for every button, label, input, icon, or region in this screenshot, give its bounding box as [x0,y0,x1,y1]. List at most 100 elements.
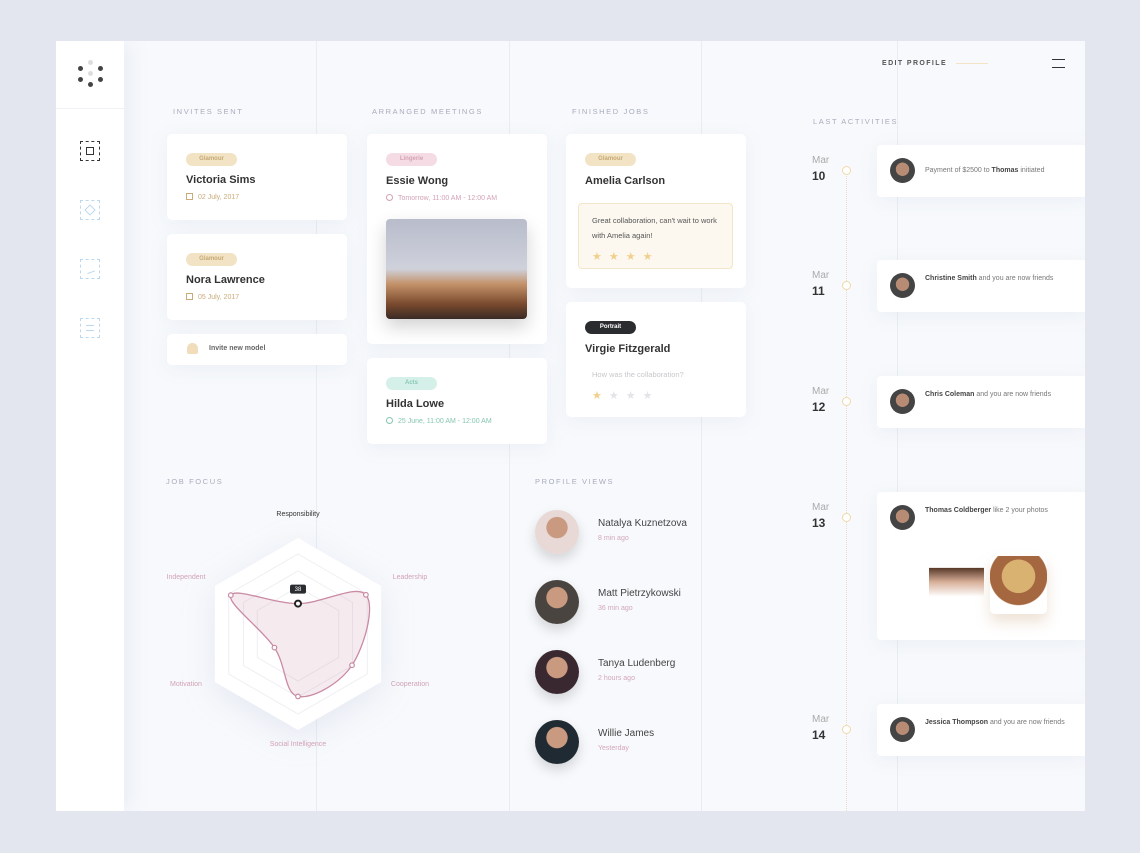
star-icon[interactable]: ★ [592,389,602,402]
tag: Acts [386,377,437,390]
avatar[interactable] [535,650,579,694]
frame-sliders-icon[interactable] [80,318,100,338]
invite-new-model-button[interactable]: Invite new model [167,334,347,365]
activity-card[interactable]: Chris Coleman and you are now friends [877,376,1085,428]
frame-diamond-icon[interactable] [80,200,100,220]
view-time: 2 hours ago [598,675,635,682]
model-name: Virgie Fitzgerald [585,343,671,355]
meeting-time: Tomorrow, 11:00 AM - 12:00 AM [386,194,497,202]
section-title: ARRANGED MEETINGS [372,107,483,116]
activity-text: Chris Coleman and you are now friends [925,388,1075,401]
rating-prompt: How was the collaboration? [592,370,684,379]
radar-axis-label: Motivation [170,681,202,688]
activity-text: Christine Smith and you are now friends [925,272,1075,285]
edit-profile-link[interactable]: EDIT PROFILE [882,60,947,67]
avatar[interactable] [890,505,915,530]
avatar[interactable] [535,510,579,554]
activity-card[interactable]: Payment of $2500 to Thomas initiated [877,145,1085,197]
radar-chart: 38 Responsibility Leadership Cooperation Soc… [167,511,430,748]
date-text: 02 July, 2017 [198,194,240,201]
star-icon[interactable]: ★ [643,389,653,402]
model-name: Nora Lawrence [186,274,265,286]
clock-icon [386,194,393,201]
radar-point-motivation[interactable] [271,644,278,651]
model-name: Essie Wong [386,175,449,187]
star-rating-input[interactable]: ★ ★ ★ ★ [592,386,660,404]
invite-label: Invite new model [209,345,266,352]
text: and you are now friends [974,391,1052,398]
star-icon[interactable]: ★ [609,389,619,402]
frame-chart-icon[interactable] [80,259,100,279]
tag: Glamour [585,153,636,166]
month: Mar [812,714,830,725]
meeting-time: 25 June, 11:00 AM - 12:00 AM [386,417,492,425]
invite-date: 02 July, 2017 [186,193,239,201]
radar-point-independent[interactable] [227,592,234,599]
section-title: JOB FOCUS [166,477,224,486]
activity-text: Jessica Thompson and you are now friends [925,716,1075,729]
section-title: INVITES SENT [173,107,244,116]
invite-card[interactable]: Glamour Victoria Sims 02 July, 2017 [167,134,347,220]
user-name[interactable]: Jessica Thompson [925,719,988,726]
avatar[interactable] [890,717,915,742]
avatar[interactable] [890,158,915,183]
viewer-name[interactable]: Matt Pietrzykowski [598,588,681,599]
avatar[interactable] [535,720,579,764]
user-name[interactable]: Christine Smith [925,275,977,282]
dots-logo[interactable] [56,41,124,109]
dashboard: EDIT PROFILE INVITES SENT Glamour Victor… [56,41,1085,811]
radar-point-responsibility[interactable] [294,599,302,608]
timeline-dot [842,166,851,175]
radar-point-cooperation[interactable] [349,662,355,669]
radar-point-social-intelligence[interactable] [295,693,301,700]
meeting-card[interactable]: Acts Hilda Lowe 25 June, 11:00 AM - 12:0… [367,358,547,444]
clock-icon [386,417,393,424]
viewer-name[interactable]: Tanya Ludenberg [598,658,675,669]
meeting-photo[interactable] [386,219,527,319]
invite-card[interactable]: Glamour Nora Lawrence 05 July, 2017 [167,234,347,320]
star-icon: ★ [608,251,619,263]
day: 13 [812,516,826,530]
activity-card[interactable]: Christine Smith and you are now friends [877,260,1085,312]
activity-text: Payment of $2500 to Thomas initiated [925,164,1075,177]
timeline-dot [842,725,851,734]
liked-photo[interactable] [929,556,984,614]
radar-point-leadership[interactable] [362,591,369,598]
user-name[interactable]: Chris Coleman [925,391,974,398]
month: Mar [812,386,830,397]
month: Mar [812,502,830,513]
section-title: PROFILE VIEWS [535,477,615,486]
activity-date: Mar 12 [812,386,842,414]
view-time: 8 min ago [598,535,629,542]
star-icon[interactable]: ★ [626,389,636,402]
day: 11 [812,284,825,298]
user-name[interactable]: Thomas Coldberger [925,507,991,514]
radar-axis-label: Social Intelligence [270,741,327,748]
viewer-name[interactable]: Natalya Kuznetzova [598,518,687,529]
avatar[interactable] [890,389,915,414]
liked-photo[interactable] [990,556,1047,614]
activity-text: Thomas Coldberger like 2 your photos [925,504,1075,517]
avatar[interactable] [535,580,579,624]
timeline-line [846,176,847,811]
activity-date: Mar 10 [812,155,842,183]
radar-axis-label: Cooperation [391,681,429,688]
review-text: Great collaboration, can't wait to work … [592,216,717,240]
activity-card[interactable]: Thomas Coldberger like 2 your photos [877,492,1085,640]
activity-card[interactable]: Jessica Thompson and you are now friends [877,704,1085,756]
text: and you are now friends [976,275,1054,282]
model-name: Victoria Sims [186,174,256,186]
add-user-icon [187,343,198,354]
viewer-name[interactable]: Willie James [598,728,654,739]
star-rating: ★ ★ ★ ★ [592,247,660,265]
text: and you are now friends [988,719,1065,726]
frame-square-icon[interactable] [80,141,100,161]
user-name[interactable]: Thomas [992,167,1019,174]
timeline-dot [842,513,851,522]
date-text: 05 July, 2017 [198,294,240,301]
finished-job-card[interactable]: Glamour Amelia Carlson Great collaborati… [566,134,746,288]
meeting-card[interactable]: Lingerie Essie Wong Tomorrow, 11:00 AM -… [367,134,547,344]
finished-job-card[interactable]: Portrait Virgie Fitzgerald How was the c… [566,302,746,417]
avatar[interactable] [890,273,915,298]
hamburger-icon[interactable] [1052,59,1065,68]
